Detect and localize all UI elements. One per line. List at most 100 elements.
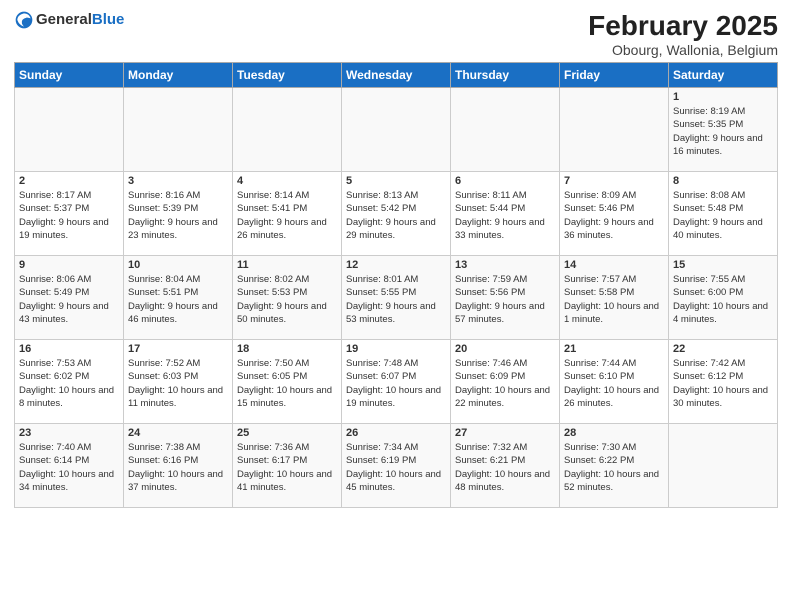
day-number: 2: [19, 175, 119, 187]
day-number: 25: [237, 427, 337, 439]
day-number: 3: [128, 175, 228, 187]
day-number: 13: [455, 259, 555, 271]
calendar-day-cell: 27 Sunrise: 7:32 AM Sunset: 6:21 PM Dayli…: [451, 424, 560, 508]
calendar-day-cell: 24 Sunrise: 7:38 AM Sunset: 6:16 PM Dayli…: [124, 424, 233, 508]
day-number: 10: [128, 259, 228, 271]
day-number: 24: [128, 427, 228, 439]
calendar-day-cell: 26 Sunrise: 7:34 AM Sunset: 6:19 PM Dayli…: [342, 424, 451, 508]
day-number: 26: [346, 427, 446, 439]
day-info: Sunrise: 7:40 AM Sunset: 6:14 PM Dayligh…: [19, 441, 119, 494]
day-number: 23: [19, 427, 119, 439]
calendar-day-cell: 23 Sunrise: 7:40 AM Sunset: 6:14 PM Dayli…: [15, 424, 124, 508]
calendar-day-cell: 7Sunrise: 8:09 AM Sunset: 5:46 PM Daylig…: [560, 172, 669, 256]
calendar-day-cell: 3 Sunrise: 8:16 AM Sunset: 5:39 PM Daylig…: [124, 172, 233, 256]
calendar-day-cell: [451, 88, 560, 172]
logo-blue: Blue: [92, 11, 125, 28]
day-number: 6: [455, 175, 555, 187]
title-block: February 2025 Obourg, Wallonia, Belgium: [588, 10, 778, 58]
day-info: Sunrise: 8:14 AM Sunset: 5:41 PM Dayligh…: [237, 189, 337, 242]
logo-text: GeneralBlue: [36, 11, 124, 29]
day-info: Sunrise: 8:16 AM Sunset: 5:39 PM Dayligh…: [128, 189, 228, 242]
calendar-day-cell: 2 Sunrise: 8:17 AM Sunset: 5:37 PM Daylig…: [15, 172, 124, 256]
header: GeneralBlue February 2025 Obourg, Wallon…: [14, 10, 778, 58]
day-info: Sunrise: 7:59 AM Sunset: 5:56 PM Dayligh…: [455, 273, 555, 326]
calendar-day-cell: 19 Sunrise: 7:48 AM Sunset: 6:07 PM Dayli…: [342, 340, 451, 424]
header-wednesday: Wednesday: [342, 63, 451, 88]
day-number: 14: [564, 259, 664, 271]
header-sunday: Sunday: [15, 63, 124, 88]
calendar-body: 1 Sunrise: 8:19 AM Sunset: 5:35 PM Daylig…: [15, 88, 778, 508]
day-info: Sunrise: 7:42 AM Sunset: 6:12 PM Dayligh…: [673, 357, 773, 410]
day-info: Sunrise: 7:50 AM Sunset: 6:05 PM Dayligh…: [237, 357, 337, 410]
subtitle: Obourg, Wallonia, Belgium: [588, 42, 778, 58]
day-info: Sunrise: 8:19 AM Sunset: 5:35 PM Dayligh…: [673, 105, 773, 158]
day-number: 12: [346, 259, 446, 271]
logo-general: General: [36, 11, 92, 28]
day-info: Sunrise: 7:32 AM Sunset: 6:21 PM Dayligh…: [455, 441, 555, 494]
day-number: 8: [673, 175, 773, 187]
calendar-day-cell: 6 Sunrise: 8:11 AM Sunset: 5:44 PM Daylig…: [451, 172, 560, 256]
logo: GeneralBlue: [14, 10, 124, 30]
calendar-day-cell: 18 Sunrise: 7:50 AM Sunset: 6:05 PM Dayli…: [233, 340, 342, 424]
calendar-day-cell: 21 Sunrise: 7:44 AM Sunset: 6:10 PM Dayli…: [560, 340, 669, 424]
day-number: 15: [673, 259, 773, 271]
calendar-day-cell: [342, 88, 451, 172]
calendar-day-cell: 10 Sunrise: 8:04 AM Sunset: 5:51 PM Dayli…: [124, 256, 233, 340]
calendar-day-cell: [15, 88, 124, 172]
calendar-day-cell: 25 Sunrise: 7:36 AM Sunset: 6:17 PM Dayli…: [233, 424, 342, 508]
day-info: Sunrise: 7:55 AM Sunset: 6:00 PM Dayligh…: [673, 273, 773, 326]
calendar-day-cell: 8Sunrise: 8:08 AM Sunset: 5:48 PM Daylig…: [669, 172, 778, 256]
day-info: Sunrise: 8:17 AM Sunset: 5:37 PM Dayligh…: [19, 189, 119, 242]
day-info: Sunrise: 7:46 AM Sunset: 6:09 PM Dayligh…: [455, 357, 555, 410]
logo-icon: [14, 10, 34, 30]
day-info: Sunrise: 7:38 AM Sunset: 6:16 PM Dayligh…: [128, 441, 228, 494]
day-number: 21: [564, 343, 664, 355]
calendar-day-cell: 20 Sunrise: 7:46 AM Sunset: 6:09 PM Dayli…: [451, 340, 560, 424]
day-info: Sunrise: 7:36 AM Sunset: 6:17 PM Dayligh…: [237, 441, 337, 494]
calendar-day-cell: 9Sunrise: 8:06 AM Sunset: 5:49 PM Daylig…: [15, 256, 124, 340]
day-number: 7: [564, 175, 664, 187]
day-number: 9: [19, 259, 119, 271]
day-number: 20: [455, 343, 555, 355]
day-number: 27: [455, 427, 555, 439]
calendar-week-row: 9Sunrise: 8:06 AM Sunset: 5:49 PM Daylig…: [15, 256, 778, 340]
calendar-day-cell: 12 Sunrise: 8:01 AM Sunset: 5:55 PM Dayli…: [342, 256, 451, 340]
day-number: 16: [19, 343, 119, 355]
header-tuesday: Tuesday: [233, 63, 342, 88]
header-saturday: Saturday: [669, 63, 778, 88]
day-info: Sunrise: 8:04 AM Sunset: 5:51 PM Dayligh…: [128, 273, 228, 326]
calendar-day-cell: 15 Sunrise: 7:55 AM Sunset: 6:00 PM Dayli…: [669, 256, 778, 340]
calendar-week-row: 23 Sunrise: 7:40 AM Sunset: 6:14 PM Dayli…: [15, 424, 778, 508]
calendar-day-cell: [560, 88, 669, 172]
day-info: Sunrise: 7:48 AM Sunset: 6:07 PM Dayligh…: [346, 357, 446, 410]
calendar-day-cell: 13 Sunrise: 7:59 AM Sunset: 5:56 PM Dayli…: [451, 256, 560, 340]
calendar-day-cell: 28 Sunrise: 7:30 AM Sunset: 6:22 PM Dayli…: [560, 424, 669, 508]
day-number: 17: [128, 343, 228, 355]
day-info: Sunrise: 7:53 AM Sunset: 6:02 PM Dayligh…: [19, 357, 119, 410]
calendar-day-cell: 14 Sunrise: 7:57 AM Sunset: 5:58 PM Dayli…: [560, 256, 669, 340]
day-info: Sunrise: 7:52 AM Sunset: 6:03 PM Dayligh…: [128, 357, 228, 410]
calendar-week-row: 1 Sunrise: 8:19 AM Sunset: 5:35 PM Daylig…: [15, 88, 778, 172]
day-info: Sunrise: 7:30 AM Sunset: 6:22 PM Dayligh…: [564, 441, 664, 494]
calendar-week-row: 2 Sunrise: 8:17 AM Sunset: 5:37 PM Daylig…: [15, 172, 778, 256]
main-title: February 2025: [588, 10, 778, 42]
calendar-day-cell: 1 Sunrise: 8:19 AM Sunset: 5:35 PM Daylig…: [669, 88, 778, 172]
calendar-day-cell: 4 Sunrise: 8:14 AM Sunset: 5:41 PM Daylig…: [233, 172, 342, 256]
day-number: 18: [237, 343, 337, 355]
day-info: Sunrise: 7:44 AM Sunset: 6:10 PM Dayligh…: [564, 357, 664, 410]
weekday-header-row: Sunday Monday Tuesday Wednesday Thursday…: [15, 63, 778, 88]
day-number: 4: [237, 175, 337, 187]
calendar-week-row: 16 Sunrise: 7:53 AM Sunset: 6:02 PM Dayli…: [15, 340, 778, 424]
day-info: Sunrise: 7:57 AM Sunset: 5:58 PM Dayligh…: [564, 273, 664, 326]
page-container: GeneralBlue February 2025 Obourg, Wallon…: [0, 0, 792, 518]
calendar-day-cell: [124, 88, 233, 172]
day-number: 28: [564, 427, 664, 439]
calendar-day-cell: [233, 88, 342, 172]
day-number: 19: [346, 343, 446, 355]
day-number: 1: [673, 91, 773, 103]
day-info: Sunrise: 8:11 AM Sunset: 5:44 PM Dayligh…: [455, 189, 555, 242]
day-info: Sunrise: 8:13 AM Sunset: 5:42 PM Dayligh…: [346, 189, 446, 242]
day-info: Sunrise: 8:01 AM Sunset: 5:55 PM Dayligh…: [346, 273, 446, 326]
day-info: Sunrise: 7:34 AM Sunset: 6:19 PM Dayligh…: [346, 441, 446, 494]
day-info: Sunrise: 8:02 AM Sunset: 5:53 PM Dayligh…: [237, 273, 337, 326]
